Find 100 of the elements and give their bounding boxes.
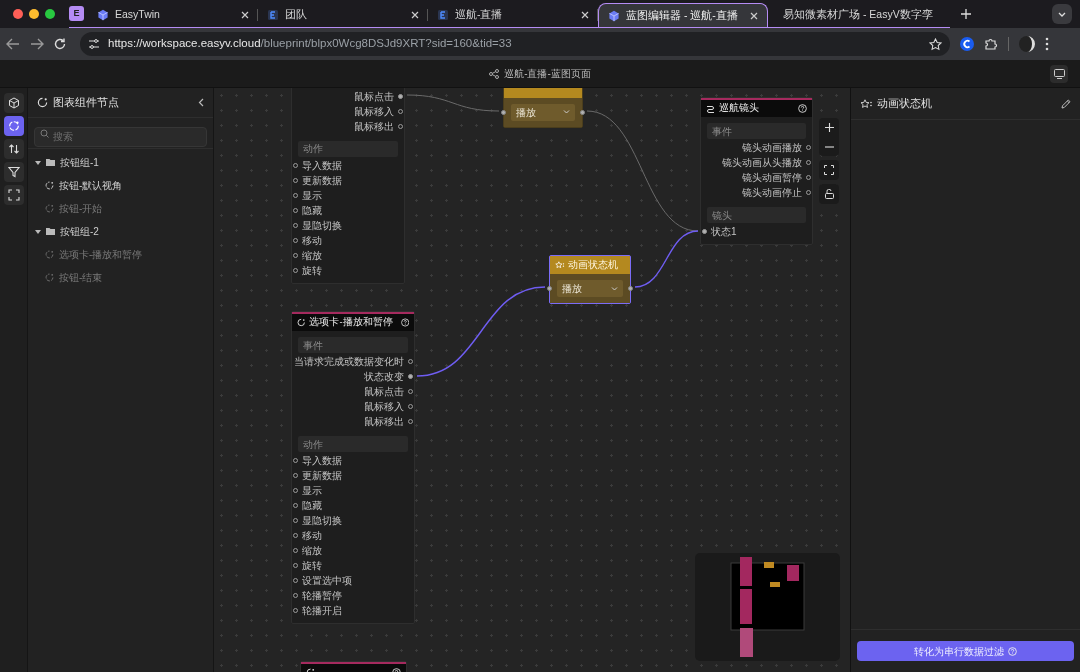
browser-tab[interactable]: EasyTwin [88,3,258,27]
port-label: 鼠标移出 [364,415,404,429]
profile-avatar[interactable] [1019,36,1035,52]
tab-title: 易知微素材广场 - EasyV数字孪 [783,7,933,23]
graph-icon [489,68,500,79]
extension-icon[interactable] [960,37,974,51]
rail-button[interactable] [3,93,24,113]
forward-icon[interactable] [30,38,44,50]
tab-search-button[interactable] [1052,4,1072,24]
star-icon [555,261,565,269]
tree-item[interactable]: 按钮-默认视角 [28,174,213,197]
section-label: 动作 [298,140,398,157]
cube-icon [608,9,620,22]
blueprint-node[interactable]: 鼠标点击 鼠标移入 鼠标移出 动作 导入数据 更新数据 显示 隐藏 显隐切换 移动 缩放 旋转 [291,88,405,284]
plus-icon [961,9,971,19]
tree-item[interactable]: 选项卡-播放和暂停 [28,243,213,266]
section-label: 事件 [298,337,408,353]
section-label: 事件 [707,123,806,139]
node-title: 巡航镜头 [719,101,759,116]
rail-button[interactable] [3,116,24,136]
node-icon [37,97,48,108]
swap-icon [7,143,20,155]
tree-item[interactable]: 按钮-开始 [28,197,213,220]
tree-item[interactable]: 按钮-结束 [28,266,213,289]
help-icon[interactable] [798,104,807,113]
port-label: 导入数据 [302,454,342,468]
port-label: 状态改变 [364,370,404,384]
browser-tab[interactable]: 蓝图编辑器 - 巡航-直播 [598,3,768,27]
port-label: 轮播开启 [302,604,342,618]
node-icon [45,181,54,190]
blueprint-node[interactable]: 选项卡-播放和暂停 事件 当请求完成或数据变化时 状态改变 鼠标点击 鼠标移入 鼠标移出 动作 导入数据 更新数据 显示 隐藏 显隐切换 移动 缩放 旋转 设置选中项 轮播暂停 轮播开启 [291,311,415,624]
rail-button[interactable] [3,139,24,159]
address-bar[interactable]: https://workspace.easyv.cloud/blueprint/blpx0Wcg8DSJd9XRT?sid=160&tid=33 [80,32,950,56]
puzzle-icon[interactable] [984,37,998,51]
preview-button[interactable] [1050,65,1068,83]
port-label: 缩放 [302,248,322,263]
rail-button[interactable] [3,162,24,182]
port-label: 显隐切换 [302,218,342,233]
collapse-icon[interactable] [198,98,204,107]
port-label: 鼠标移出 [354,119,394,134]
new-tab-button[interactable] [958,6,974,22]
port-label: 移动 [302,233,322,248]
bookmark-star-icon[interactable] [929,37,942,51]
chevron-down-icon [563,110,570,114]
plus-icon [824,123,834,132]
back-icon[interactable] [6,38,20,50]
node-header[interactable]: 巡航镜头 [701,98,812,117]
port-label: 镜头动画播放 [742,141,802,155]
state-select[interactable]: 播放 [511,103,575,121]
search-field[interactable]: 搜索 [34,126,207,147]
port-label: 移动 [302,529,322,543]
node-icon [45,204,54,213]
caret-down-icon [35,160,41,165]
node-header[interactable]: 选项卡-播放和暂停 [292,312,414,331]
section-label: 镜头 [707,207,806,223]
minus-icon [824,145,834,148]
convert-button[interactable]: 转化为串行数据过滤 [857,641,1074,661]
tab-title: 团队 [285,7,307,23]
tree-item[interactable]: 按钮组-2 [28,220,213,243]
node-title: 动画状态机 [568,257,618,272]
site-settings-icon[interactable] [88,38,100,50]
bracket-icon [437,9,449,21]
port-label: 镜头动画停止 [742,186,802,200]
tree-item[interactable]: 按钮组-1 [28,151,213,174]
tab-group-label[interactable]: E [69,6,84,21]
state-select[interactable]: 播放 [557,280,623,297]
close-window-icon[interactable] [13,9,23,19]
port-label: 设置选中项 [302,574,352,588]
node-title: 选项卡-播放和暂停 [309,315,393,330]
node-icon [45,273,54,282]
blueprint-node[interactable]: 巡航镜头 事件 镜头动画播放 镜头动画从头播放 镜头动画暂停 镜头动画停止 镜头 状态1 [700,97,813,245]
minimap-drawing[interactable] [695,553,840,661]
close-icon[interactable] [750,11,758,20]
port-label: 导入数据 [302,158,342,173]
close-icon[interactable] [411,11,419,19]
reload-icon[interactable] [54,38,66,50]
close-icon[interactable] [581,11,589,19]
section-label: 动作 [298,436,408,452]
more-menu-icon[interactable] [1045,37,1049,51]
lock-button[interactable] [819,184,839,204]
caret-down-icon [35,229,41,234]
tab-title: 蓝图编辑器 - 巡航-直播 [626,7,738,23]
browser-tab[interactable]: 易知微素材广场 - EasyV数字孪 [768,3,950,27]
close-icon[interactable] [241,11,249,19]
bracket-icon [267,9,279,21]
port-label: 镜头动画暂停 [742,171,802,185]
browser-tab[interactable]: 巡航-直播 [428,3,598,27]
port-label: 镜头动画从头播放 [722,156,802,170]
fit-view-button[interactable] [819,160,839,180]
port-label: 隐藏 [302,203,322,218]
edit-icon[interactable] [1061,98,1071,109]
maximize-window-icon[interactable] [45,9,55,19]
minimize-window-icon[interactable] [29,9,39,19]
port-label: 鼠标移入 [354,104,394,119]
browser-tab[interactable]: 团队 [258,3,428,27]
state-machine-node[interactable]: 播放 [503,88,583,128]
port-label: 鼠标移入 [364,400,404,414]
help-icon[interactable] [400,318,409,327]
route-icon [706,104,715,113]
state-machine-node[interactable]: 动画状态机 播放 [549,255,631,304]
